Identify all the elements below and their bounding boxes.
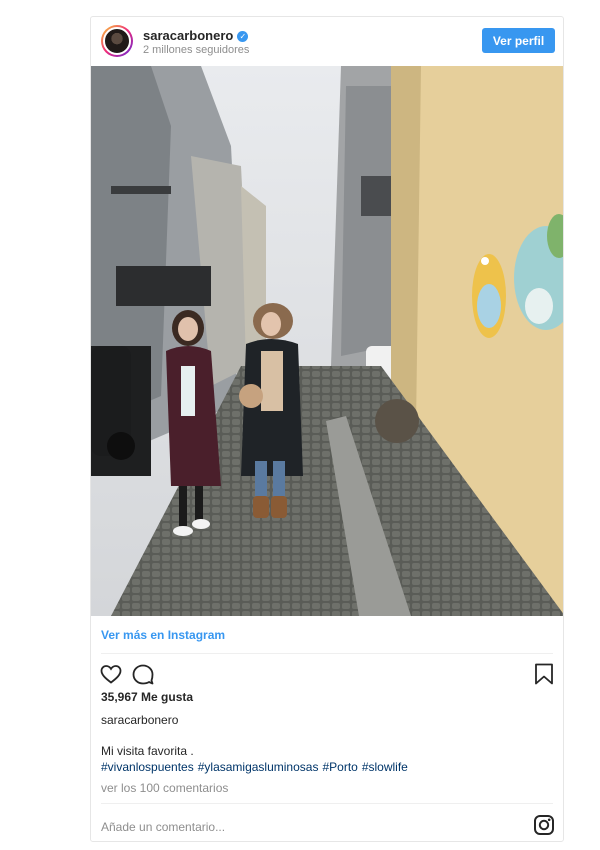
verified-badge-icon: ✓	[237, 31, 249, 42]
hashtag-link[interactable]: #vivanlospuentes	[101, 760, 194, 774]
post-header: saracarbonero ✓ 2 millones seguidores Ver…	[91, 17, 563, 66]
hashtag-list: #vivanlospuentes #ylasamigasluminosas #Por…	[101, 760, 412, 774]
caption-username[interactable]: saracarbonero	[101, 713, 178, 727]
divider	[101, 803, 553, 804]
follower-count: 2 millones seguidores	[143, 44, 250, 56]
username-link[interactable]: saracarbonero	[143, 28, 233, 43]
heart-icon[interactable]	[99, 662, 123, 686]
hashtag-link[interactable]: #slowlife	[362, 760, 408, 774]
view-more-instagram-link[interactable]: Ver más en Instagram	[101, 628, 225, 642]
divider	[101, 653, 553, 654]
hashtag-link[interactable]: #ylasamigasluminosas	[198, 760, 319, 774]
post-photo[interactable]	[91, 66, 563, 616]
avatar-image	[103, 27, 131, 55]
caption-text: Mi visita favorita .	[101, 744, 194, 758]
instagram-embed-card: saracarbonero ✓ 2 millones seguidores Ver…	[90, 16, 564, 842]
username-row: saracarbonero ✓	[143, 28, 249, 43]
comment-input[interactable]	[101, 819, 481, 835]
view-comments-link[interactable]: ver los 100 comentarios	[101, 781, 228, 795]
view-profile-button[interactable]: Ver perfil	[482, 28, 555, 53]
avatar[interactable]	[101, 25, 133, 57]
instagram-logo-icon[interactable]	[533, 814, 555, 836]
post-photo-image	[91, 66, 563, 616]
bookmark-icon[interactable]	[533, 662, 555, 686]
action-bar	[91, 660, 563, 690]
hashtag-link[interactable]: #Porto	[322, 760, 357, 774]
like-count: 35,967 Me gusta	[101, 690, 194, 704]
comment-bubble-icon[interactable]	[131, 662, 155, 686]
